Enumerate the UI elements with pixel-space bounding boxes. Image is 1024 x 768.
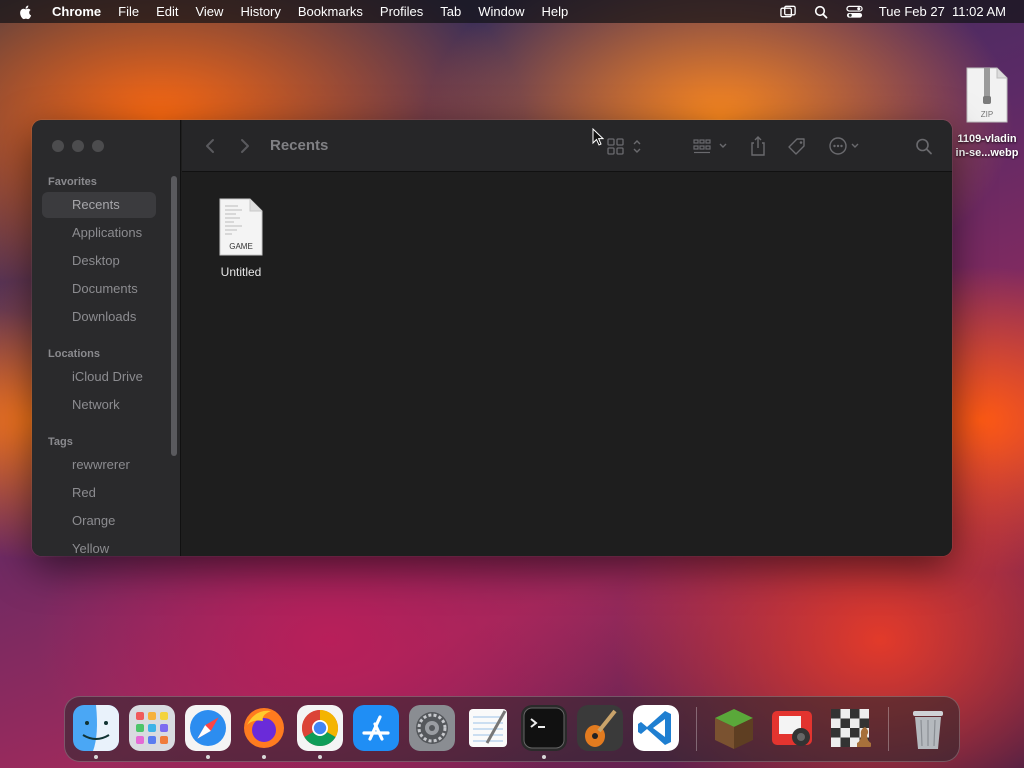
share-icon[interactable] [748,135,768,157]
dock-system-settings-icon[interactable] [409,705,455,751]
dock-finder-icon[interactable] [73,705,119,751]
dock-running-indicator [262,755,266,759]
dock-firefox-icon[interactable] [241,705,287,751]
dock [64,696,960,762]
dock-separator [696,707,697,751]
dock-garageband-icon[interactable] [577,705,623,751]
desktop-file-label-line1: 1109-vladin [957,133,1017,145]
dock-running-indicator [318,755,322,759]
zoom-window-button[interactable] [92,140,104,152]
window-title: Recents [270,137,329,154]
spotlight-search-icon[interactable] [813,5,830,19]
apple-logo-icon[interactable] [18,4,34,20]
dock-photo-booth-icon[interactable] [769,705,815,751]
dock-running-indicator [206,755,210,759]
menu-clock[interactable]: Tue Feb 27 11:02 AM [879,4,1006,19]
menu-bookmarks[interactable]: Bookmarks [298,4,363,19]
sidebar-item-network[interactable]: Network [42,392,156,418]
menu-tab[interactable]: Tab [440,4,461,19]
zip-file-icon: ZIP [965,66,1009,124]
menu-window[interactable]: Window [478,4,524,19]
sidebar-item-applications[interactable]: Applications [42,220,156,246]
dock-chrome-icon[interactable] [297,705,343,751]
window-controls [52,140,104,152]
back-chevron-icon[interactable] [202,137,218,155]
forward-chevron-icon[interactable] [237,137,253,155]
dock-launchpad-icon[interactable] [129,705,175,751]
dock-terminal-icon[interactable] [521,705,567,751]
file-type-badge: GAME [229,242,253,251]
sidebar-tag-rewwrerer[interactable]: rewwrerer [42,452,156,478]
menu-edit[interactable]: Edit [156,4,178,19]
finder-content[interactable]: GAME Untitled [182,173,952,556]
group-by-icon[interactable] [692,135,732,157]
minimize-window-button[interactable] [72,140,84,152]
dock-chess-icon[interactable] [827,705,873,751]
dock-vscode-icon[interactable] [633,705,679,751]
mouse-pointer-icon [592,128,604,146]
sidebar-section-favorites: Favorites [48,176,97,188]
screen-mirroring-icon[interactable] [780,5,797,19]
menu-file[interactable]: File [118,4,139,19]
menu-history[interactable]: History [240,4,280,19]
sidebar-section-locations: Locations [48,348,100,360]
sidebar-tag-orange[interactable]: Orange [42,508,156,534]
dock-running-indicator [94,755,98,759]
sidebar-item-downloads[interactable]: Downloads [42,304,156,330]
sidebar-tag-red[interactable]: Red [42,480,156,506]
dock-trash-icon[interactable] [905,705,951,751]
menu-profiles[interactable]: Profiles [380,4,423,19]
menu-extras: Tue Feb 27 11:02 AM [780,0,1006,23]
desktop-zip-file[interactable]: ZIP 1109-vladin in-se...webp [950,66,1024,160]
zip-badge: ZIP [980,110,994,119]
finder-window: Favorites Recents Applications Desktop D… [32,120,952,556]
control-center-icon[interactable] [846,5,863,19]
dock-separator [888,707,889,751]
desktop-file-label-line2: in-se...webp [955,147,1019,159]
dock-running-indicator [542,755,546,759]
search-icon[interactable] [914,135,934,157]
sidebar-item-icloud-drive[interactable]: iCloud Drive [42,364,156,390]
dock-safari-icon[interactable] [185,705,231,751]
dock-textedit-icon[interactable] [465,705,511,751]
game-document-icon: GAME [218,197,264,257]
desktop-file-label: 1109-vladin in-se...webp [950,132,1024,160]
menu-app-name[interactable]: Chrome [52,4,101,19]
sidebar-item-documents[interactable]: Documents [42,276,156,302]
file-name-label: Untitled [220,265,262,279]
menu-view[interactable]: View [195,4,223,19]
finder-sidebar: Favorites Recents Applications Desktop D… [32,120,181,556]
dock-app-store-icon[interactable] [353,705,399,751]
sidebar-tag-yellow[interactable]: Yellow [42,536,156,556]
sidebar-item-recents[interactable]: Recents [42,192,156,218]
dock-minecraft-icon[interactable] [711,705,757,751]
sidebar-scrollbar[interactable] [171,176,177,456]
file-item-untitled[interactable]: GAME Untitled [212,197,270,279]
finder-toolbar: Recents [182,120,952,172]
tag-icon[interactable] [786,135,808,157]
icon-view-icon[interactable] [606,135,646,157]
sidebar-section-tags: Tags [48,436,73,448]
sidebar-item-desktop[interactable]: Desktop [42,248,156,274]
menu-help[interactable]: Help [542,4,569,19]
close-window-button[interactable] [52,140,64,152]
more-actions-icon[interactable] [828,135,866,157]
menu-bar: Chrome File Edit View History Bookmarks … [0,0,1024,23]
